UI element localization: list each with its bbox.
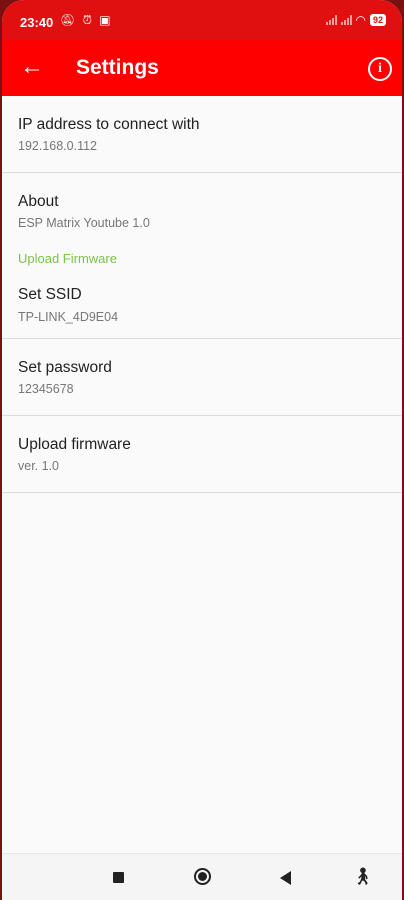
category-upload-firmware: Upload Firmware: [2, 249, 402, 286]
status-system-icons: ◠ 92: [325, 13, 386, 27]
pref-title: Upload firmware: [18, 436, 131, 453]
status-bar: 23:40 🔕︎ ⏰︎ ▣ ◠ 92: [2, 0, 402, 40]
pref-title: IP address to connect with: [18, 116, 200, 133]
settings-list: IP address to connect with 192.168.0.112…: [2, 96, 402, 493]
page-title: Settings: [76, 56, 159, 79]
pref-summary: ver. 1.0: [18, 459, 59, 473]
pref-set-ssid[interactable]: Set SSID TP-LINK_4D9E04: [2, 286, 402, 339]
pref-set-password[interactable]: Set password 12345678: [2, 339, 402, 416]
info-icon[interactable]: i: [368, 57, 392, 81]
pref-title: About: [18, 193, 59, 210]
category-title: Upload Firmware: [18, 251, 117, 266]
pref-summary: 12345678: [18, 382, 74, 396]
pref-ip-address[interactable]: IP address to connect with 192.168.0.112: [2, 96, 402, 173]
app-notification-icon: ▣: [99, 13, 111, 27]
pref-summary: ESP Matrix Youtube 1.0: [18, 216, 150, 230]
phone-screen: 23:40 🔕︎ ⏰︎ ▣ ◠ 92 ← Settings i IP addre…: [2, 0, 402, 900]
pref-title: Set password: [18, 359, 112, 376]
signal-strength-icon-2: [340, 15, 352, 25]
accessibility-icon[interactable]: 🚶︎: [352, 868, 374, 885]
bell-off-icon: 🔕︎: [60, 13, 76, 27]
back-triangle-icon[interactable]: [280, 871, 291, 885]
home-circle-icon[interactable]: [194, 868, 211, 885]
alarm-clock-icon: ⏰︎: [82, 13, 92, 27]
pref-summary: 192.168.0.112: [18, 139, 98, 153]
app-bar: ← Settings i: [2, 40, 402, 96]
pref-upload-firmware[interactable]: Upload firmware ver. 1.0: [2, 416, 402, 493]
back-arrow-icon[interactable]: ←: [20, 54, 44, 80]
pref-summary: TP-LINK_4D9E04: [18, 310, 119, 324]
status-notification-icons: 🔕︎ ⏰︎ ▣: [60, 13, 115, 28]
pref-title: Set SSID: [18, 286, 82, 303]
battery-icon: 92: [369, 14, 386, 26]
status-time: 23:40: [20, 15, 54, 30]
recents-square-icon[interactable]: [113, 872, 124, 883]
pref-about[interactable]: About ESP Matrix Youtube 1.0: [2, 173, 402, 249]
signal-strength-icon: [325, 15, 337, 25]
navigation-bar: 🚶︎: [2, 853, 402, 900]
wifi-icon: ◠: [355, 13, 366, 27]
